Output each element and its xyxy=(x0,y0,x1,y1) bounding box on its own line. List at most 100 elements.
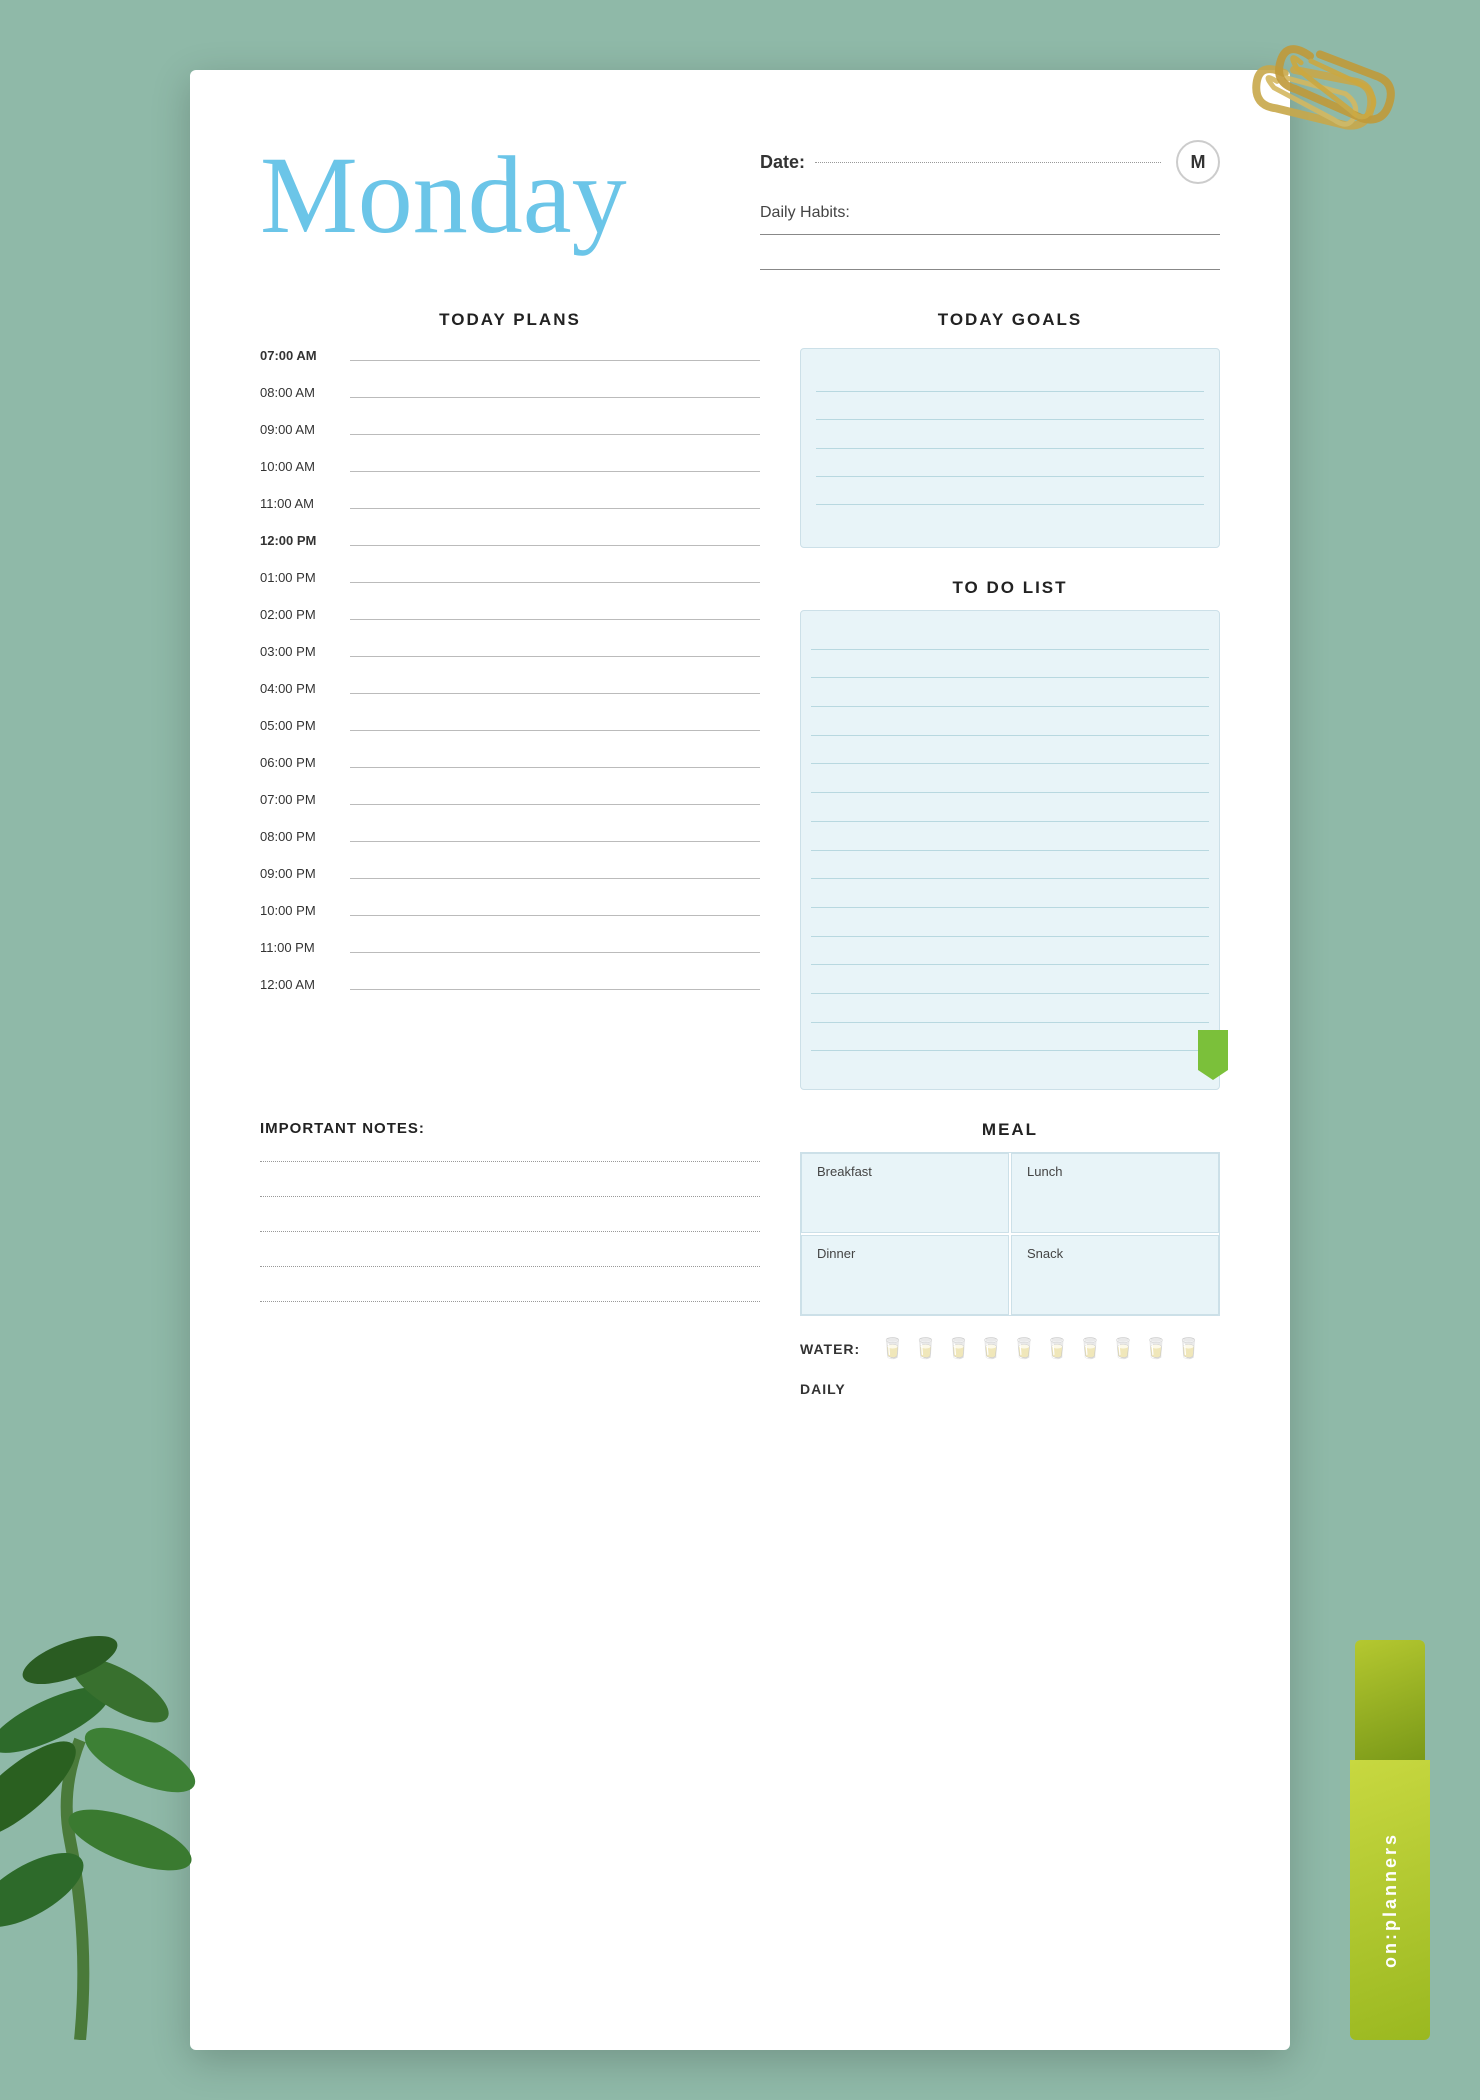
time-label: 01:00 PM xyxy=(260,570,350,585)
time-entry-line xyxy=(350,915,760,916)
time-entry-line xyxy=(350,471,760,472)
time-slot: 06:00 PM xyxy=(260,755,760,770)
notes-line xyxy=(260,1215,760,1232)
water-glass-icon[interactable]: 🥛 xyxy=(1012,1336,1037,1361)
time-label: 11:00 AM xyxy=(260,496,350,511)
time-label: 07:00 PM xyxy=(260,792,350,807)
today-plans-title: TODAY PLANS xyxy=(260,310,760,330)
todo-line xyxy=(811,793,1209,822)
time-label: 07:00 AM xyxy=(260,348,350,363)
time-slot: 11:00 PM xyxy=(260,940,760,955)
important-notes-title: IMPORTANT NOTES: xyxy=(260,1120,760,1137)
todo-line xyxy=(811,879,1209,908)
time-slot: 08:00 PM xyxy=(260,829,760,844)
time-slot: 01:00 PM xyxy=(260,570,760,585)
time-entry-line xyxy=(350,434,760,435)
time-entry-line xyxy=(350,989,760,990)
monday-initial-circle: M xyxy=(1176,140,1220,184)
water-glass-icon[interactable]: 🥛 xyxy=(1176,1336,1201,1361)
time-entry-line xyxy=(350,878,760,879)
water-glass-icon[interactable]: 🥛 xyxy=(1045,1336,1070,1361)
time-label: 08:00 PM xyxy=(260,829,350,844)
notes-lines xyxy=(260,1145,760,1302)
time-entry-line xyxy=(350,730,760,731)
water-glass-icon[interactable]: 🥛 xyxy=(979,1336,1004,1361)
time-slot: 04:00 PM xyxy=(260,681,760,696)
time-label: 10:00 AM xyxy=(260,459,350,474)
important-notes-section: IMPORTANT NOTES: xyxy=(260,1120,760,1399)
water-glasses: 🥛 🥛 🥛 🥛 🥛 🥛 🥛 🥛 🥛 🥛 xyxy=(880,1336,1201,1361)
time-entry-line xyxy=(350,841,760,842)
water-label: WATER: xyxy=(800,1341,860,1357)
notes-line xyxy=(260,1250,760,1267)
todo-line xyxy=(811,736,1209,765)
time-label: 06:00 PM xyxy=(260,755,350,770)
time-slot: 08:00 AM xyxy=(260,385,760,400)
header-right: Date: M Daily Habits: xyxy=(720,130,1220,270)
time-slot: 10:00 AM xyxy=(260,459,760,474)
notes-line xyxy=(260,1285,760,1302)
todo-line xyxy=(811,650,1209,679)
water-glass-icon[interactable]: 🥛 xyxy=(913,1336,938,1361)
time-slot: 12:00 AM xyxy=(260,977,760,992)
time-slot: 07:00 PM xyxy=(260,792,760,807)
goal-line xyxy=(816,392,1204,420)
time-entry-line xyxy=(350,804,760,805)
todo-line xyxy=(811,707,1209,736)
meal-cell-label: Dinner xyxy=(817,1246,993,1261)
water-glass-icon[interactable]: 🥛 xyxy=(946,1336,971,1361)
time-label: 09:00 AM xyxy=(260,422,350,437)
water-glass-icon[interactable]: 🥛 xyxy=(1078,1336,1103,1361)
daily-habits-label: Daily Habits: xyxy=(760,204,1220,222)
green-flag xyxy=(1198,1030,1228,1085)
time-entry-line xyxy=(350,693,760,694)
meal-cell: Snack xyxy=(1011,1235,1219,1315)
daily-label: DAILY xyxy=(800,1381,846,1397)
water-glass-icon[interactable]: 🥛 xyxy=(1111,1336,1136,1361)
water-glass-icon[interactable]: 🥛 xyxy=(1143,1336,1168,1361)
meal-cell-label: Snack xyxy=(1027,1246,1203,1261)
todo-line xyxy=(811,937,1209,966)
goal-line xyxy=(816,364,1204,392)
goal-line xyxy=(816,420,1204,448)
time-label: 02:00 PM xyxy=(260,607,350,622)
time-slot: 11:00 AM xyxy=(260,496,760,511)
meal-cell: Breakfast xyxy=(801,1153,1009,1233)
time-entry-line xyxy=(350,952,760,953)
time-entry-line xyxy=(350,397,760,398)
time-label: 04:00 PM xyxy=(260,681,350,696)
notes-line xyxy=(260,1180,760,1197)
habits-line-1 xyxy=(760,234,1220,235)
right-column: TODAY GOALS TO DO LIST xyxy=(800,310,1220,1090)
todo-box xyxy=(800,610,1220,1090)
time-slot: 05:00 PM xyxy=(260,718,760,733)
date-row: Date: M xyxy=(760,140,1220,184)
date-label: Date: xyxy=(760,152,805,173)
time-label: 05:00 PM xyxy=(260,718,350,733)
time-slots-container: 07:00 AM 08:00 AM 09:00 AM 10:00 AM 11:0… xyxy=(260,348,760,992)
daily-section: DAILY xyxy=(800,1381,1220,1399)
header-section: Monday Date: M Daily Habits: xyxy=(260,130,1220,270)
time-slot: 09:00 PM xyxy=(260,866,760,881)
highlighter-decoration: on:planners xyxy=(1350,1640,1430,2040)
time-entry-line xyxy=(350,545,760,546)
todo-line xyxy=(811,994,1209,1023)
time-label: 03:00 PM xyxy=(260,644,350,659)
goal-line xyxy=(816,505,1204,532)
goal-line xyxy=(816,477,1204,505)
meal-grid: BreakfastLunch Dinner Snack xyxy=(800,1152,1220,1316)
time-slot: 03:00 PM xyxy=(260,644,760,659)
goal-line xyxy=(816,449,1204,477)
main-content: TODAY PLANS 07:00 AM 08:00 AM 09:00 AM 1… xyxy=(260,310,1220,1090)
todo-box-wrapper xyxy=(800,610,1220,1090)
bottom-section: IMPORTANT NOTES: MEAL BreakfastLunchDinn… xyxy=(260,1120,1220,1399)
goals-lines xyxy=(816,364,1204,532)
todo-line xyxy=(811,1023,1209,1052)
todo-line xyxy=(811,764,1209,793)
todo-line xyxy=(811,621,1209,650)
today-goals-title: TODAY GOALS xyxy=(800,310,1220,330)
todo-line xyxy=(811,965,1209,994)
meal-cell: Lunch xyxy=(1011,1153,1219,1233)
water-glass-icon[interactable]: 🥛 xyxy=(880,1336,905,1361)
time-label: 12:00 AM xyxy=(260,977,350,992)
